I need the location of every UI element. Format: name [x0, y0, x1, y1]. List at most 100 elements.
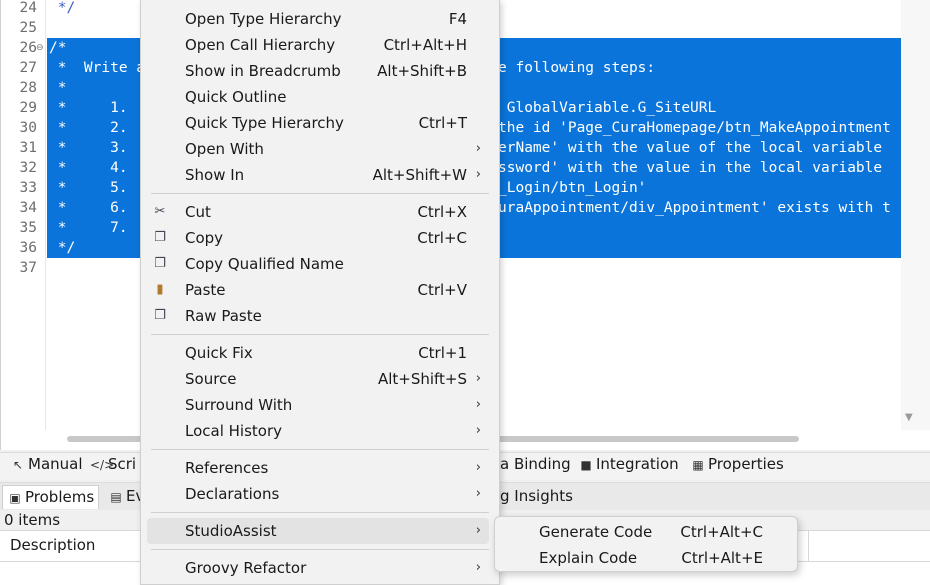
column-divider[interactable]: [808, 531, 809, 561]
menu-item-copy[interactable]: ❐ Copy Ctrl+C: [147, 225, 489, 251]
code-line[interactable]: * 4.: [49, 158, 128, 178]
tab-integration-label: Integration: [596, 455, 679, 473]
chevron-right-icon: ›: [475, 141, 481, 156]
tab-script[interactable]: </>Scri: [90, 453, 136, 477]
menu-item-studio-assist[interactable]: StudioAssist ›: [147, 518, 489, 544]
menu-item-references[interactable]: References ›: [147, 455, 489, 481]
menu-shortcut: Ctrl+X: [417, 203, 467, 221]
menu-label: Quick Fix: [185, 344, 253, 362]
menu-item-show-in[interactable]: Show In Alt+Shift+W ›: [147, 162, 489, 188]
chevron-right-icon: ›: [475, 371, 481, 386]
chevron-right-icon: ›: [475, 460, 481, 475]
code-line-continuation[interactable]: _Login/btn_Login': [498, 178, 646, 198]
tab-problems[interactable]: ▣ Problems: [2, 485, 100, 509]
tab-insights[interactable]: g Insights: [500, 485, 573, 509]
chevron-right-icon: ›: [475, 523, 481, 538]
scroll-down-icon[interactable]: ▼: [905, 412, 913, 423]
menu-item-generate-code[interactable]: Generate Code Ctrl+Alt+C: [501, 519, 793, 545]
code-line[interactable]: * 5.: [49, 178, 128, 198]
menu-shortcut: Alt+Shift+W: [372, 166, 467, 184]
menu-item-cut[interactable]: ✂ Cut Ctrl+X: [147, 199, 489, 225]
menu-shortcut: Ctrl+Alt+H: [383, 36, 467, 54]
tab-integration[interactable]: ■ Integration: [578, 453, 679, 477]
code-line[interactable]: /*: [49, 38, 66, 58]
menu-item-show-in-breadcrumb[interactable]: Show in Breadcrumb Alt+Shift+B: [147, 58, 489, 84]
menu-item-source[interactable]: Source Alt+Shift+S ›: [147, 366, 489, 392]
menu-item-open-with[interactable]: Open With ›: [147, 136, 489, 162]
studio-assist-submenu: Generate Code Ctrl+Alt+C Explain Code Ct…: [494, 516, 798, 572]
code-line[interactable]: * 2.: [49, 118, 128, 138]
menu-shortcut: Ctrl+V: [417, 281, 467, 299]
menu-label: Copy: [185, 229, 224, 247]
fold-collapse-icon[interactable]: ⊖: [36, 38, 45, 58]
clipboard-icon: ▮: [156, 282, 164, 297]
chevron-right-icon: ›: [475, 423, 481, 438]
menu-item-open-type-hierarchy[interactable]: Open Type Hierarchy F4: [147, 6, 489, 32]
chevron-right-icon: ›: [475, 486, 481, 501]
tab-events[interactable]: ▤ Ev: [108, 485, 144, 509]
code-line[interactable]: *: [49, 78, 67, 98]
vertical-scrollbar[interactable]: [901, 0, 930, 430]
problems-icon: ▣: [9, 491, 21, 505]
menu-item-open-call-hierarchy[interactable]: Open Call Hierarchy Ctrl+Alt+H: [147, 32, 489, 58]
code-line-continuation[interactable]: ssword' with the value in the local vari…: [498, 158, 882, 178]
line-number: 31: [19, 140, 37, 156]
menu-shortcut: Ctrl+1: [418, 344, 467, 362]
menu-item-surround-with[interactable]: Surround With ›: [147, 392, 489, 418]
menu-label: Paste: [185, 281, 226, 299]
menu-label: Declarations: [185, 485, 280, 503]
menu-item-declarations[interactable]: Declarations ›: [147, 481, 489, 507]
menu-item-groovy-refactor[interactable]: Groovy Refactor ›: [147, 555, 489, 581]
menu-label: Show in Breadcrumb: [185, 62, 341, 80]
column-description[interactable]: Description: [0, 531, 95, 561]
menu-label: StudioAssist: [185, 522, 277, 540]
tab-script-label: Scri: [108, 455, 137, 473]
line-number: 24: [19, 0, 37, 16]
menu-label: Surround With: [185, 396, 293, 414]
tab-properties-label: Properties: [708, 455, 784, 473]
menu-label: Cut: [185, 203, 211, 221]
line-number: 34: [19, 200, 37, 216]
scissors-icon: ✂: [154, 204, 166, 219]
menu-label: Open With: [185, 140, 264, 158]
menu-item-quick-outline[interactable]: Quick Outline: [147, 84, 489, 110]
code-line[interactable]: * 1.: [49, 98, 128, 118]
menu-item-quick-fix[interactable]: Quick Fix Ctrl+1: [147, 340, 489, 366]
menu-item-quick-type-hierarchy[interactable]: Quick Type Hierarchy Ctrl+T: [147, 110, 489, 136]
menu-separator: [151, 549, 489, 550]
event-log-icon: ▤: [110, 490, 122, 504]
menu-label: Source: [185, 370, 237, 388]
code-line-continuation[interactable]: e following steps:: [498, 58, 655, 78]
line-number: 25: [19, 20, 37, 36]
tab-properties[interactable]: ▦ Properties: [690, 453, 784, 477]
menu-label: Copy Qualified Name: [185, 255, 344, 273]
menu-item-paste[interactable]: ▮ Paste Ctrl+V: [147, 277, 489, 303]
menu-label: Quick Outline: [185, 88, 287, 106]
menu-label: Open Call Hierarchy: [185, 36, 336, 54]
menu-item-local-history[interactable]: Local History ›: [147, 418, 489, 444]
menu-shortcut: F4: [448, 10, 467, 28]
tab-manual-label: Manual: [28, 455, 83, 473]
code-line-continuation[interactable]: the id 'Page_CuraHomepage/btn_MakeAppoin…: [498, 118, 891, 138]
code-line-continuation[interactable]: erName' with the value of the local vari…: [498, 138, 882, 158]
code-line[interactable]: * 6.: [49, 198, 128, 218]
code-line-continuation[interactable]: uraAppointment/div_Appointment' exists w…: [498, 198, 891, 218]
code-line[interactable]: * Write a: [49, 58, 145, 78]
code-line[interactable]: * 3.: [49, 138, 128, 158]
menu-label: Explain Code: [539, 549, 638, 567]
code-line-continuation[interactable]: GlobalVariable.G_SiteURL: [498, 98, 717, 118]
code-line[interactable]: */: [49, 0, 75, 18]
raw-paste-icon: ❐: [154, 308, 166, 323]
menu-item-raw-paste[interactable]: ❐ Raw Paste: [147, 303, 489, 329]
menu-label: Local History: [185, 422, 283, 440]
tab-manual[interactable]: ↖ Manual: [10, 453, 83, 477]
code-line[interactable]: */: [49, 238, 75, 258]
code-line[interactable]: * 7.: [49, 218, 128, 238]
menu-label: Groovy Refactor: [185, 559, 307, 577]
menu-item-explain-code[interactable]: Explain Code Ctrl+Alt+E: [501, 545, 793, 571]
line-number: 28: [19, 80, 37, 96]
copy-qualified-name-icon: ❐: [154, 256, 166, 271]
line-number: 27: [19, 60, 37, 76]
tab-data-binding[interactable]: a Binding: [500, 453, 571, 477]
menu-item-copy-qualified-name[interactable]: ❐ Copy Qualified Name: [147, 251, 489, 277]
